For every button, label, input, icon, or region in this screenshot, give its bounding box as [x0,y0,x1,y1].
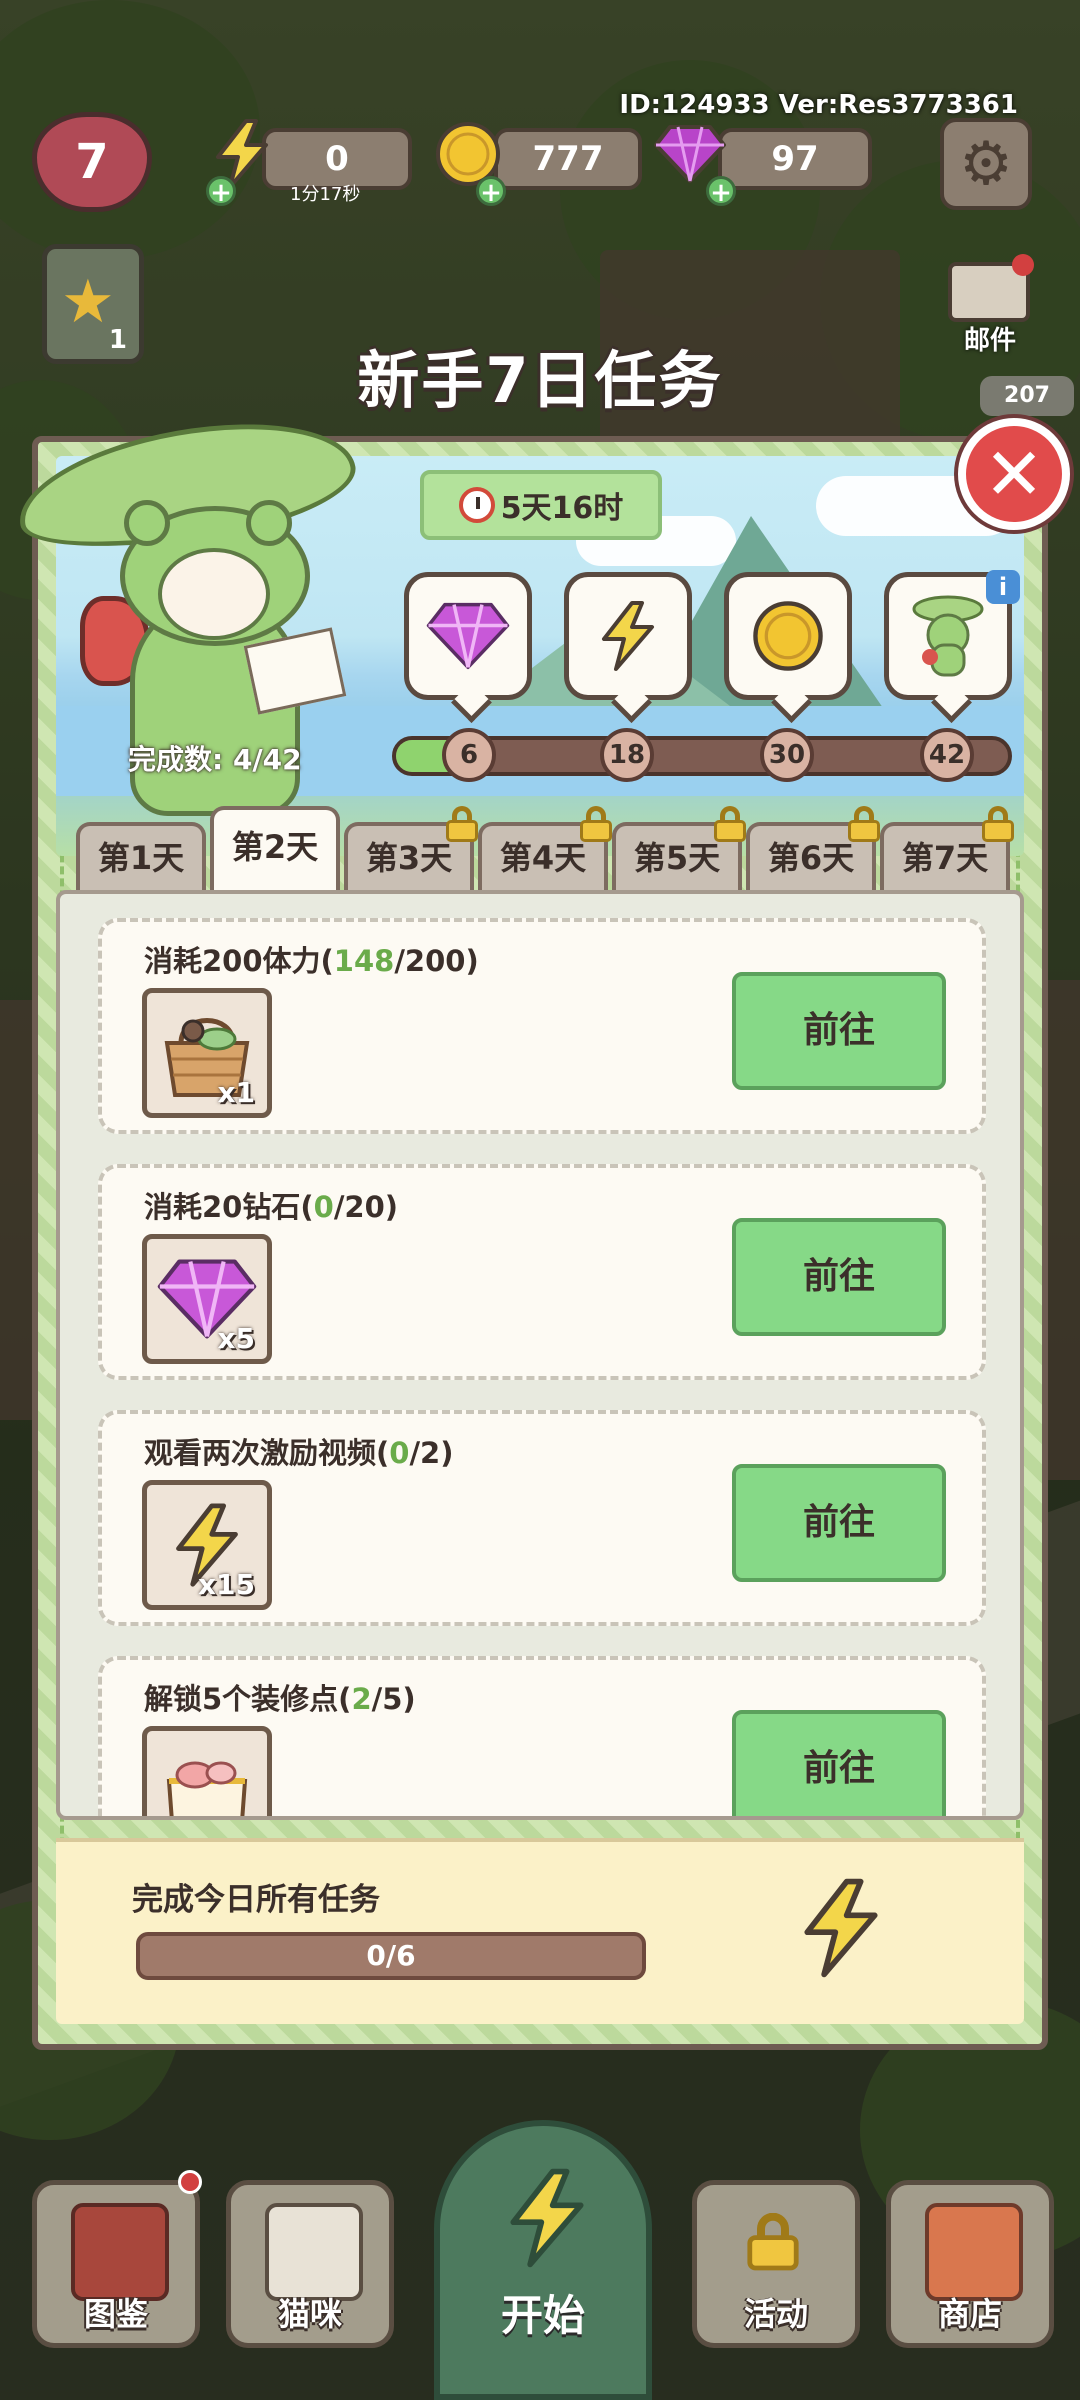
energy-timer: 1分17秒 [290,184,361,205]
shop-icon [925,2203,1023,2301]
add-gems-button[interactable]: + [706,176,736,207]
lightning-icon [510,2168,584,2268]
task-title: 解锁5个装修点(2/5) [144,1682,416,1716]
task-row: 消耗20钻石(0/20) x5 前往 [98,1164,986,1380]
nav-label: 图鉴 [83,2295,148,2333]
milestone-marker: 6 [442,728,496,782]
task-title: 消耗200体力(148/200) [144,944,479,978]
nav-cats-button[interactable]: 猫咪 [226,2180,394,2348]
milestone-reward-coin[interactable] [724,572,852,700]
info-button[interactable]: i [986,570,1020,604]
frog-costume-icon [912,595,984,677]
tab-label: 第7天 [901,839,989,877]
milestone-reward-gem[interactable] [404,572,532,700]
add-energy-button[interactable]: + [206,176,236,207]
book-icon [71,2203,169,2301]
dialog-title: 新手7日任务 [357,344,723,417]
tab-label: 第4天 [499,839,587,877]
daily-progress-bar: 0/6 [136,1932,646,1980]
reward-quantity: x1 [217,1814,255,1816]
coin-icon [753,601,823,671]
reward-item[interactable]: x5 [142,1234,272,1364]
start-button[interactable]: 开始 [434,2120,652,2400]
close-button[interactable]: ✕ [958,418,1070,530]
tab-label: 第5天 [633,839,721,877]
tab-day-7[interactable]: 第7天 [880,806,1014,892]
countdown-timer: 5天16时 [420,470,662,540]
nav-label: 猫咪 [277,2295,342,2333]
nav-shop-button[interactable]: 商店 [886,2180,1054,2348]
lock-icon [982,806,1014,842]
notification-dot [178,2170,202,2194]
task-title: 消耗20钻石(0/20) [144,1190,399,1224]
clock-icon [458,487,495,523]
go-button[interactable]: 前往 [732,972,946,1090]
gem-counter[interactable]: 97 [718,128,872,190]
task-row: 观看两次激励视频(0/2) x15 前往 [98,1410,986,1626]
tab-label: 第1天 [97,839,185,877]
tab-day-2[interactable]: 第2天 [210,806,340,896]
go-button[interactable]: 前往 [732,1710,946,1816]
task-list[interactable]: 消耗200体力(148/200) x1 前往 消耗20钻石(0/20) x5 前… [56,890,1024,1820]
milestone-marker: 42 [920,728,974,782]
nav-collection-button[interactable]: 图鉴 [32,2180,200,2348]
nav-events-button[interactable]: 活动 [692,2180,860,2348]
milestone-reward-energy[interactable] [564,572,692,700]
gift-box-icon [166,1761,248,1816]
lock-icon [745,2212,815,2285]
tab-day-1[interactable]: 第1天 [76,822,206,892]
gem-icon [426,602,510,670]
lock-icon [446,806,478,842]
nav-label: 活动 [743,2295,808,2333]
start-label: 开始 [500,2291,585,2340]
reward-quantity: x1 [217,1076,255,1109]
cat-icon [265,2203,363,2301]
lightning-icon [602,601,654,671]
reward-item[interactable]: x1 [142,988,272,1118]
tab-day-5[interactable]: 第5天 [612,806,746,892]
tab-label: 第6天 [767,839,855,877]
milestone-marker: 18 [600,728,654,782]
lock-icon [714,806,746,842]
tab-day-3[interactable]: 第3天 [344,806,478,892]
nav-label: 商店 [937,2295,1002,2333]
lock-icon [580,806,612,842]
reward-item[interactable]: x1 [142,1726,272,1816]
milestone-marker: 30 [760,728,814,782]
tab-label: 第3天 [365,839,453,877]
close-icon: ✕ [983,432,1045,516]
reward-item[interactable]: x15 [142,1480,272,1610]
gem-value: 97 [771,139,819,179]
tab-day-6[interactable]: 第6天 [746,806,880,892]
lives-count: 7 [75,134,109,190]
go-button[interactable]: 前往 [732,1218,946,1336]
star-icon: ★ [61,267,115,337]
tab-day-4[interactable]: 第4天 [478,806,612,892]
coin-counter[interactable]: 777 [494,128,642,190]
settings-button[interactable]: ⚙ [940,118,1032,210]
gear-icon: ⚙ [959,129,1013,199]
task-row: 消耗200体力(148/200) x1 前往 [98,918,986,1134]
go-button[interactable]: 前往 [732,1464,946,1582]
daily-summary: 完成今日所有任务 0/6 [56,1838,1024,2024]
summary-title: 完成今日所有任务 [132,1882,380,1918]
energy-value: 0 [325,139,349,179]
completion-count: 完成数: 4/42 [128,743,302,776]
lightning-icon[interactable] [796,1878,886,1978]
lock-icon [848,806,880,842]
notification-dot [1012,254,1034,276]
task-title: 观看两次激励视频(0/2) [144,1436,454,1470]
reward-quantity: x15 [197,1568,255,1601]
add-coins-button[interactable]: + [476,176,506,207]
coin-value: 777 [532,139,604,179]
tab-label: 第2天 [231,828,319,866]
task-row: 解锁5个装修点(2/5) x1 前往 [98,1656,986,1816]
lives-heart[interactable]: 7 [32,112,152,212]
timer-text: 5天16时 [500,491,624,526]
reward-quantity: x5 [217,1322,255,1355]
